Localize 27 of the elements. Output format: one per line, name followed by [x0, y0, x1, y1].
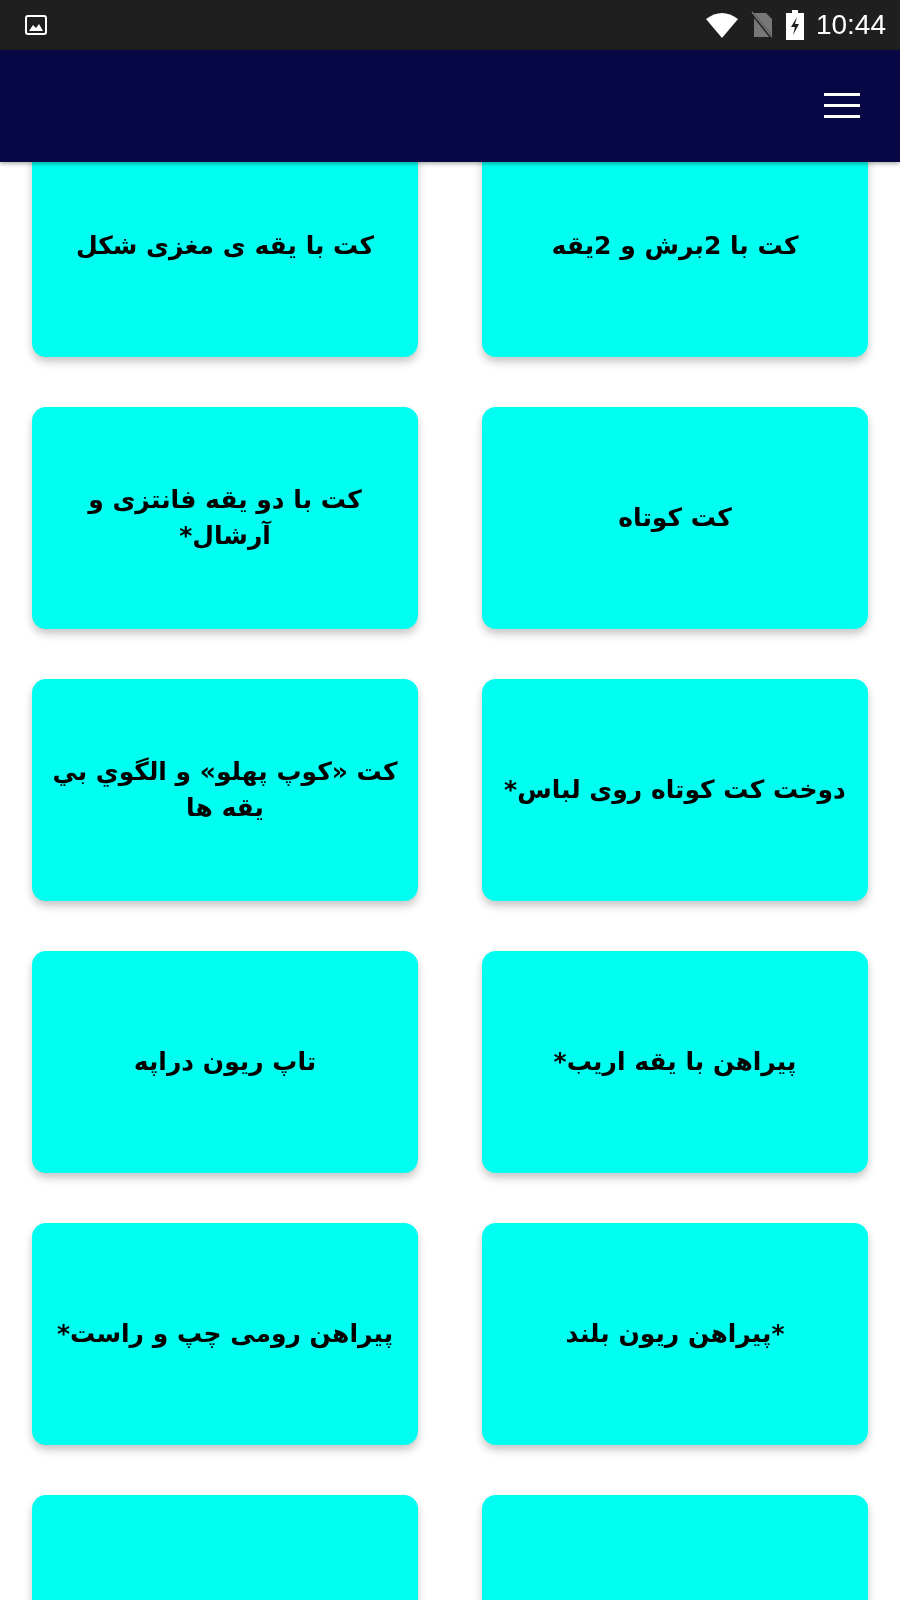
menu-button[interactable]: [824, 93, 860, 119]
category-card[interactable]: پیراهن رومی چپ و راست*: [32, 1223, 418, 1445]
category-card[interactable]: دوخت کت کوتاه روی لباس*: [482, 679, 868, 901]
no-sim-icon: [749, 11, 774, 39]
category-card[interactable]: کت با 2برش و 2یقه: [482, 162, 868, 357]
category-card[interactable]: *پیراهن ریون بلند: [482, 1223, 868, 1445]
card-title: پیراهن رومی چپ و راست*: [56, 1318, 394, 1351]
card-title: دوخت کت کوتاه روی لباس*: [504, 774, 846, 806]
category-card[interactable]: پیراهن با یقه اریب*: [482, 951, 868, 1173]
image-icon: [24, 13, 48, 37]
clock-time: 10:44: [815, 9, 886, 41]
card-title: پیراهن با یقه اریب*: [553, 1046, 797, 1079]
category-card[interactable]: کت «کوپ پهلو» و الگوي بي يقه ها: [32, 679, 418, 901]
card-title: کت کوتاه: [618, 502, 732, 534]
card-title: تاپ ریون دراپه: [133, 1046, 317, 1078]
card-title: *پیراهن ریون بلند: [565, 1318, 785, 1351]
wifi-icon: [705, 12, 738, 38]
card-title: کت با یقه ی مغزی شکل: [75, 230, 375, 263]
battery-charging-icon: [785, 10, 804, 40]
category-card[interactable]: کت کوتاه: [482, 407, 868, 629]
card-title: کت با دو یقه فانتزی و آرشال*: [86, 484, 363, 552]
menu-icon: [824, 93, 860, 119]
card-title: کت با 2برش و 2یقه: [551, 230, 799, 263]
category-card[interactable]: کت با یقه ی مغزی شکل: [32, 162, 418, 357]
card-title: کت «کوپ پهلو» و الگوي بي يقه ها: [51, 756, 399, 824]
category-card[interactable]: کت با دو یقه فانتزی و آرشال*: [32, 407, 418, 629]
category-card[interactable]: تاپ ریون دراپه: [32, 951, 418, 1173]
